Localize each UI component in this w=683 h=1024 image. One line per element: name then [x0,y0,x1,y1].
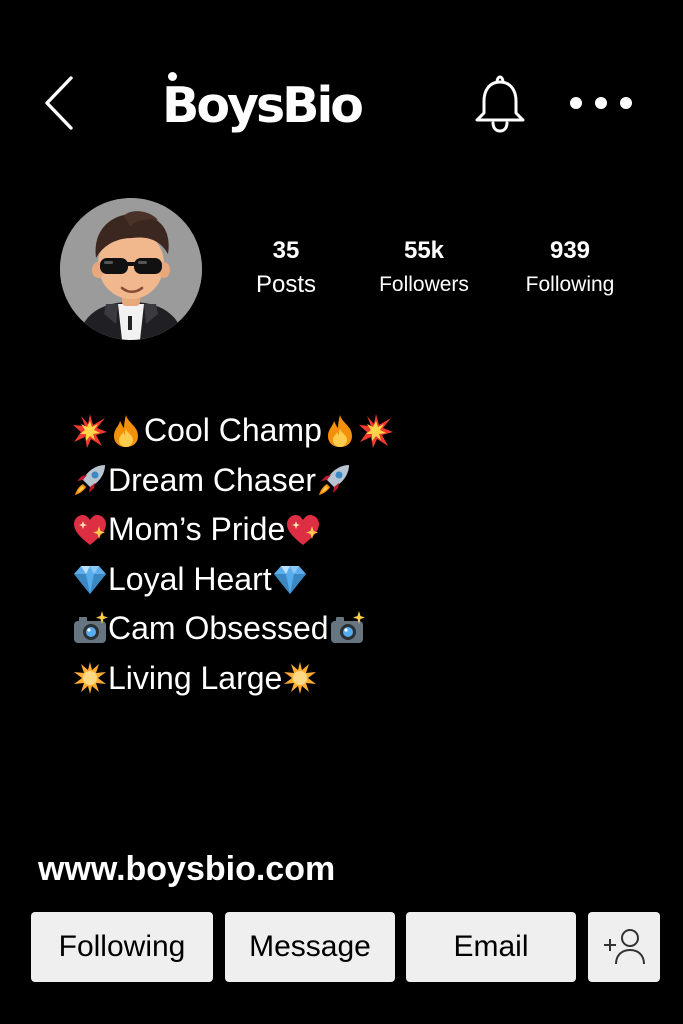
stat-following-label: Following [525,273,615,296]
logo-dot [168,72,177,81]
stat-followers-value: 55k [403,237,445,264]
sparkling-heart-icon [72,512,108,548]
bio-line: Cam Obsessed [72,604,394,654]
bell-icon [475,75,525,133]
bio-line: Living Large [72,654,394,704]
back-button[interactable] [40,70,80,136]
bio-text: Mom’s Pride [108,511,286,548]
stat-posts-label: Posts [255,271,317,298]
gem-icon [72,561,108,597]
bio-line: Mom’s Pride [72,505,394,555]
fire-icon [108,413,144,449]
stat-posts-value: 35 [272,237,300,264]
sparkling-heart-icon [285,512,321,548]
rocket-icon [72,462,108,498]
stat-posts[interactable]: 35 Posts [238,236,334,300]
app-logo: BoysBio [162,64,372,148]
bio-line: Dream Chaser [72,456,394,506]
stat-followers-label: Followers [379,273,469,296]
bio-text: Cam Obsessed [108,610,329,647]
website-link[interactable]: www.boysbio.com [38,848,335,890]
top-bar: BoysBio [0,0,683,200]
stat-followers[interactable]: 55k Followers [368,236,480,300]
bio-line: Loyal Heart [72,555,394,605]
profile-bio: Cool Champ Dream Chaser Mom’s Pride Loya… [72,406,394,703]
glowing-star-icon [72,660,108,696]
glowing-star-icon [282,660,318,696]
logo-text: BoysBio [162,77,364,134]
camera-flash-icon [72,611,108,647]
notifications-button[interactable] [472,74,528,134]
profile-avatar[interactable] [60,198,202,340]
bio-text: Living Large [108,659,283,696]
add-user-icon [604,929,645,965]
following-button[interactable]: Following [31,912,213,982]
rocket-icon [316,462,352,498]
back-chevron-icon [45,76,73,130]
camera-flash-icon [329,611,365,647]
bio-text: Dream Chaser [108,461,317,498]
collision-icon [72,413,108,449]
bio-text: Cool Champ [144,412,322,449]
stat-following[interactable]: 939 Following [514,236,626,300]
bio-line: Cool Champ [72,406,394,456]
more-options-button[interactable] [566,90,638,116]
bio-text: Loyal Heart [108,560,272,597]
add-user-button[interactable] [588,912,660,982]
stat-following-value: 939 [549,237,591,264]
email-button[interactable]: Email [406,912,576,982]
more-dots-icon [570,97,632,109]
gem-icon [272,561,308,597]
fire-icon [322,413,358,449]
collision-icon [358,413,394,449]
cartoon-boy-avatar-image [60,198,202,340]
message-button[interactable]: Message [225,912,395,982]
